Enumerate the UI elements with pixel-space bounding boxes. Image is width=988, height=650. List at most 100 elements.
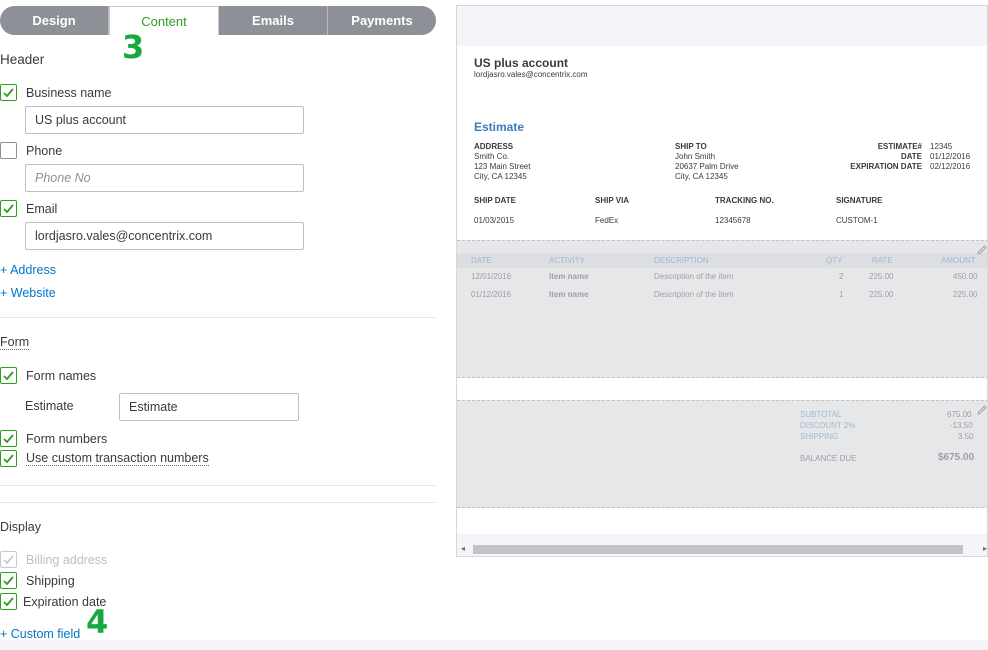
table-cell: Item name (549, 290, 589, 299)
scroll-right-icon[interactable]: ▸ (983, 544, 987, 553)
estimate-label: Estimate (25, 399, 74, 413)
preview-meta-value: 01/12/2016 (930, 152, 971, 161)
phone-input[interactable]: Phone No (25, 164, 304, 192)
business-name-input[interactable]: US plus account (25, 106, 304, 134)
tab-design[interactable]: Design (0, 6, 109, 35)
form-names-label: Form names (26, 368, 97, 383)
preview-shipto-block: SHIP TO John Smith 20637 Palm Drive City… (675, 142, 739, 182)
preview-meta-label: EXPIRATION DATE (850, 162, 922, 171)
form-numbers-label: Form numbers (26, 431, 108, 446)
checkmark-icon (3, 597, 14, 607)
table-cell: 2 (839, 272, 844, 281)
email-row: Email (0, 200, 57, 217)
preview-meta-label: ESTIMATE# (877, 142, 922, 151)
discount-label: DISCOUNT 2% (800, 421, 856, 430)
preview-shipto-line: City, CA 12345 (675, 172, 728, 181)
add-address-link[interactable]: + Address (0, 263, 56, 277)
edit-pencil-icon[interactable] (975, 403, 988, 417)
preview-summary[interactable]: SUBTOTAL 675.00 DISCOUNT 2% -13.50 SHIPP… (457, 400, 988, 508)
customize-panel: Design Content Emails Payments 3 Header … (0, 0, 440, 650)
business-name-row: Business name (0, 84, 111, 101)
preview-shipto-line: 20637 Palm Drive (675, 162, 739, 171)
preview-horizontal-scrollbar[interactable]: ◂ ▸ (457, 542, 987, 556)
preview-shipto-line: John Smith (675, 152, 716, 161)
preview-meta-value: 12345 (930, 142, 953, 151)
annotation-step-3: 3 (122, 28, 145, 66)
preview-ship-via: SHIP VIA FedEx (595, 196, 629, 226)
preview-meta-labels: ESTIMATE# DATE EXPIRATION DATE (817, 142, 922, 172)
preview-ship-date: SHIP DATE 01/03/2015 (474, 196, 516, 226)
business-name-checkbox[interactable] (0, 84, 17, 101)
table-cell: Item name (549, 272, 589, 281)
form-section-title: Form (0, 335, 30, 350)
divider (0, 317, 436, 318)
table-cell: 450.00 (953, 272, 978, 281)
checkmark-icon (3, 434, 14, 444)
checkmark-icon (3, 576, 14, 586)
form-numbers-checkbox[interactable] (0, 430, 17, 447)
preview-ship-value: FedEx (595, 216, 619, 225)
estimate-paper: US plus account lordjasro.vales@concentr… (457, 46, 988, 534)
preview-ship-heading: SIGNATURE (836, 196, 883, 205)
shipping-label: Shipping (26, 573, 75, 588)
table-header-rate: RATE (872, 256, 893, 265)
add-custom-field-link[interactable]: + Custom field (0, 627, 80, 641)
table-cell: 01/12/2016 (471, 290, 512, 299)
form-names-checkbox[interactable] (0, 367, 17, 384)
estimate-preview: US plus account lordjasro.vales@concentr… (456, 5, 988, 557)
bottom-strip (0, 640, 988, 650)
business-name-label: Business name (26, 85, 112, 100)
tab-payments[interactable]: Payments (328, 6, 436, 35)
billing-address-checkbox (0, 551, 17, 568)
table-header-qty: QTY (826, 256, 843, 265)
custom-numbers-checkbox[interactable] (0, 450, 17, 467)
table-cell: 225.00 (869, 290, 894, 299)
preview-doc-title: Estimate (474, 120, 525, 134)
preview-items-table[interactable]: DATE ACTIVITY DESCRIPTION QTY RATE AMOUN… (457, 240, 988, 378)
preview-meta-label: DATE (900, 152, 922, 161)
divider (0, 485, 436, 486)
preview-tracking: TRACKING NO. 12345678 (715, 196, 774, 226)
discount-value: -13.50 (950, 421, 973, 430)
table-cell: 225.00 (869, 272, 894, 281)
preview-shipto-heading: SHIP TO (675, 142, 707, 151)
checkmark-icon (3, 204, 14, 214)
phone-checkbox[interactable] (0, 142, 17, 159)
add-website-link[interactable]: + Website (0, 286, 56, 300)
preview-meta-values: 12345 01/12/2016 02/12/2016 (930, 142, 970, 172)
preview-address-heading: ADDRESS (474, 142, 514, 151)
email-checkbox[interactable] (0, 200, 17, 217)
shipping-value: 3.50 (958, 432, 974, 441)
display-section-title: Display (0, 520, 41, 534)
preview-ship-heading: TRACKING NO. (715, 196, 774, 205)
phone-row: Phone (0, 142, 62, 159)
table-cell: Description of the item (654, 272, 734, 281)
table-header-activity: ACTIVITY (549, 256, 586, 265)
shipping-label: SHIPPING (800, 432, 839, 441)
table-header-amount: AMOUNT (941, 256, 976, 265)
tab-emails[interactable]: Emails (219, 6, 328, 35)
table-cell: 225.00 (953, 290, 978, 299)
form-numbers-row: Form numbers (0, 430, 107, 447)
form-names-row: Form names (0, 367, 96, 384)
preview-signature: SIGNATURE CUSTOM-1 (836, 196, 883, 226)
estimate-name-input[interactable]: Estimate (119, 393, 299, 421)
custom-numbers-label: Use custom transaction numbers (26, 451, 209, 466)
phone-label: Phone (26, 143, 63, 158)
preview-ship-value: 12345678 (715, 216, 751, 225)
table-header-date: DATE (471, 256, 492, 265)
shipping-checkbox[interactable] (0, 572, 17, 589)
scroll-left-icon[interactable]: ◂ (461, 544, 465, 553)
expiration-date-checkbox[interactable] (0, 593, 17, 610)
edit-pencil-icon[interactable] (975, 243, 988, 257)
divider (0, 502, 436, 503)
annotation-step-4: 4 (86, 603, 109, 641)
email-label: Email (26, 201, 58, 216)
checkmark-icon (3, 88, 14, 98)
preview-address-line: 123 Main Street (474, 162, 531, 171)
email-input[interactable]: lordjasro.vales@concentrix.com (25, 222, 304, 250)
table-cell: 12/01/2016 (471, 272, 512, 281)
customize-tabs: Design Content Emails Payments (0, 6, 436, 35)
preview-ship-heading: SHIP DATE (474, 196, 516, 205)
scrollbar-thumb[interactable] (473, 545, 963, 554)
